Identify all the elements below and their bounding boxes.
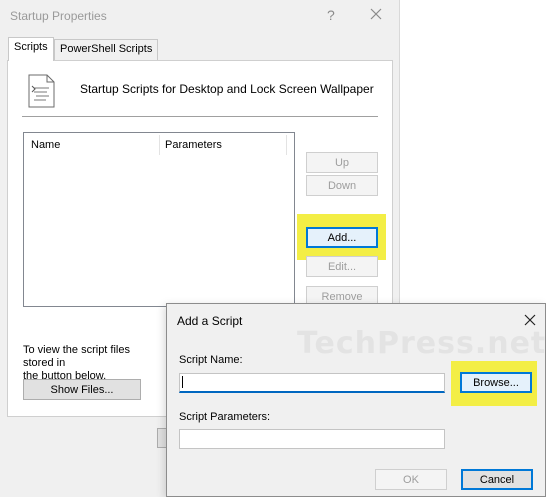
column-divider[interactable] [286,135,287,155]
dialog-title: Startup Properties [10,9,107,23]
column-parameters[interactable]: Parameters [165,139,222,151]
script-parameters-label: Script Parameters: [179,411,271,423]
tab-scripts[interactable]: Scripts [8,37,54,61]
add-script-dialog: Add a Script TechPress.net Script Name: … [166,303,546,497]
description-line: To view the script files stored in [23,344,130,369]
script-file-icon [28,74,55,108]
text-caret [182,376,183,388]
column-divider[interactable] [159,135,160,155]
browse-button[interactable]: Browse... [460,372,532,393]
tab-powershell-scripts[interactable]: PowerShell Scripts [54,39,159,60]
help-button[interactable]: ? [327,7,335,23]
scripts-list[interactable]: Name Parameters [23,132,295,307]
script-name-label: Script Name: [179,354,243,366]
show-files-description: To view the script files stored in the b… [23,344,163,383]
watermark: TechPress.net [297,326,546,361]
edit-button[interactable]: Edit... [306,256,378,277]
down-button[interactable]: Down [306,175,378,196]
close-icon[interactable] [368,6,384,22]
close-icon[interactable] [523,313,537,327]
ok-button[interactable]: OK [375,469,447,490]
show-files-button[interactable]: Show Files... [23,379,141,400]
column-name[interactable]: Name [31,139,60,151]
up-button[interactable]: Up [306,152,378,173]
panel-heading: Startup Scripts for Desktop and Lock Scr… [80,82,374,96]
separator [22,116,378,117]
cancel-button[interactable]: Cancel [461,469,533,490]
script-parameters-input[interactable] [179,429,445,449]
script-name-input[interactable] [179,373,445,393]
add-button[interactable]: Add... [306,227,378,248]
dialog-title: Add a Script [177,314,243,328]
list-header: Name Parameters [24,133,294,157]
